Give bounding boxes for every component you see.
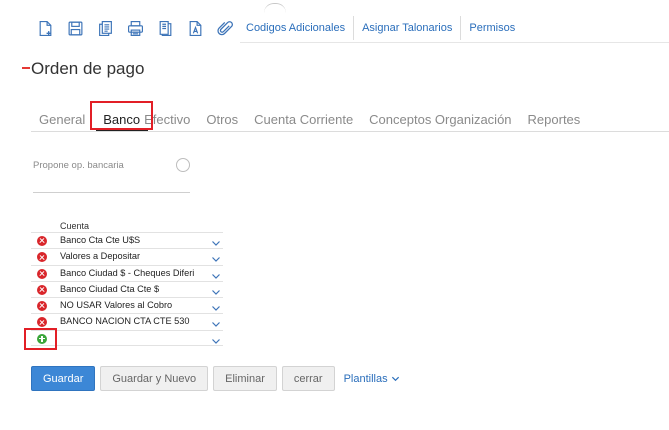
add-row-icon[interactable] — [37, 333, 47, 344]
chevron-down-icon[interactable] — [211, 235, 221, 246]
propone-op-bancaria-radio[interactable] — [176, 158, 190, 172]
tab-bar: General Banco Efectivo Otros Cuenta Corr… — [31, 108, 596, 130]
toolbar-divider — [353, 16, 355, 40]
row-cuenta-value[interactable]: NO USAR Valores al Cobro — [60, 300, 206, 310]
toolbar-divider — [460, 16, 462, 40]
chevron-down-icon[interactable] — [211, 316, 221, 328]
remove-row-icon[interactable] — [37, 252, 47, 263]
asignar-talonarios-link[interactable]: Asignar Talonarios — [362, 22, 452, 34]
guardar-button[interactable]: Guardar — [31, 366, 96, 391]
tab-cuenta-corriente[interactable]: Cuenta Corriente — [254, 112, 353, 127]
collapse-handle[interactable] — [264, 3, 286, 13]
tab-banco[interactable]: Banco — [103, 112, 140, 127]
plantillas-label: Plantillas — [343, 372, 388, 385]
remove-row-icon[interactable] — [37, 268, 47, 279]
remove-row-icon[interactable] — [37, 284, 47, 295]
new-document-icon[interactable] — [30, 16, 60, 40]
permisos-link[interactable]: Permisos — [469, 22, 515, 34]
tab-conceptos-organizacion[interactable]: Conceptos Organización — [369, 112, 511, 127]
chevron-down-icon[interactable] — [211, 284, 221, 295]
active-tab-indicator — [96, 129, 148, 131]
table-row: NO USAR Valores al Cobro — [31, 297, 223, 313]
eliminar-button[interactable]: Eliminar — [213, 366, 277, 391]
tab-general[interactable]: General — [39, 112, 85, 127]
chevron-down-icon[interactable] — [211, 333, 221, 344]
cuenta-grid: Cuenta Banco Cta Cte U$S Valores a Depos… — [31, 220, 223, 347]
required-indicator — [22, 67, 30, 69]
row-cuenta-value[interactable]: Valores a Depositar — [60, 251, 206, 261]
remove-row-icon[interactable] — [37, 236, 47, 246]
row-cuenta-value[interactable]: Banco Cta Cte U$S — [60, 235, 206, 245]
remove-row-icon[interactable] — [37, 317, 47, 328]
toolbar: Codigos Adicionales Asignar Talonarios P… — [30, 15, 515, 41]
chevron-down-icon — [391, 376, 399, 382]
plantillas-dropdown[interactable]: Plantillas — [344, 373, 400, 385]
page-title: Orden de pago — [31, 59, 145, 78]
propone-op-bancaria-field[interactable] — [33, 192, 190, 193]
table-row: Banco Cta Cte U$S — [31, 232, 223, 248]
table-row: BANCO NACION CTA CTE 530 — [31, 313, 223, 329]
new-row — [31, 329, 223, 347]
column-header-cuenta: Cuenta — [60, 221, 90, 231]
row-cuenta-value[interactable]: BANCO NACION CTA CTE 530 — [60, 316, 206, 326]
tab-bar-line — [31, 131, 669, 132]
pdf-icon[interactable] — [180, 16, 210, 40]
codigos-adicionales-link[interactable]: Codigos Adicionales — [246, 22, 345, 34]
export-icon[interactable] — [150, 16, 180, 40]
tab-reportes[interactable]: Reportes — [528, 112, 581, 127]
table-row: Banco Ciudad Cta Cte $ — [31, 280, 223, 297]
chevron-down-icon[interactable] — [211, 268, 221, 279]
table-row: Valores a Depositar — [31, 248, 223, 264]
table-row: Banco Ciudad $ - Cheques Diferi — [31, 264, 223, 281]
propone-op-bancaria-label: Propone op. bancaria — [33, 160, 124, 171]
save-icon[interactable] — [60, 16, 90, 40]
remove-row-icon[interactable] — [37, 301, 47, 312]
chevron-down-icon[interactable] — [211, 251, 221, 263]
grid-header: Cuenta — [31, 220, 223, 232]
toolbar-divider-line — [240, 42, 669, 43]
tab-otros[interactable]: Otros — [206, 112, 238, 127]
print-icon[interactable] — [120, 16, 150, 40]
cerrar-button[interactable]: cerrar — [281, 366, 335, 391]
guardar-y-nuevo-button[interactable]: Guardar y Nuevo — [100, 366, 209, 391]
copy-icon[interactable] — [90, 16, 120, 40]
tab-efectivo[interactable]: Efectivo — [144, 112, 190, 127]
row-cuenta-value[interactable]: Banco Ciudad Cta Cte $ — [60, 284, 206, 294]
form-actions: Guardar Guardar y Nuevo Eliminar cerrar … — [31, 366, 400, 391]
row-cuenta-value[interactable]: Banco Ciudad $ - Cheques Diferi — [60, 268, 206, 278]
chevron-down-icon[interactable] — [211, 300, 221, 312]
attach-icon[interactable] — [210, 16, 240, 40]
